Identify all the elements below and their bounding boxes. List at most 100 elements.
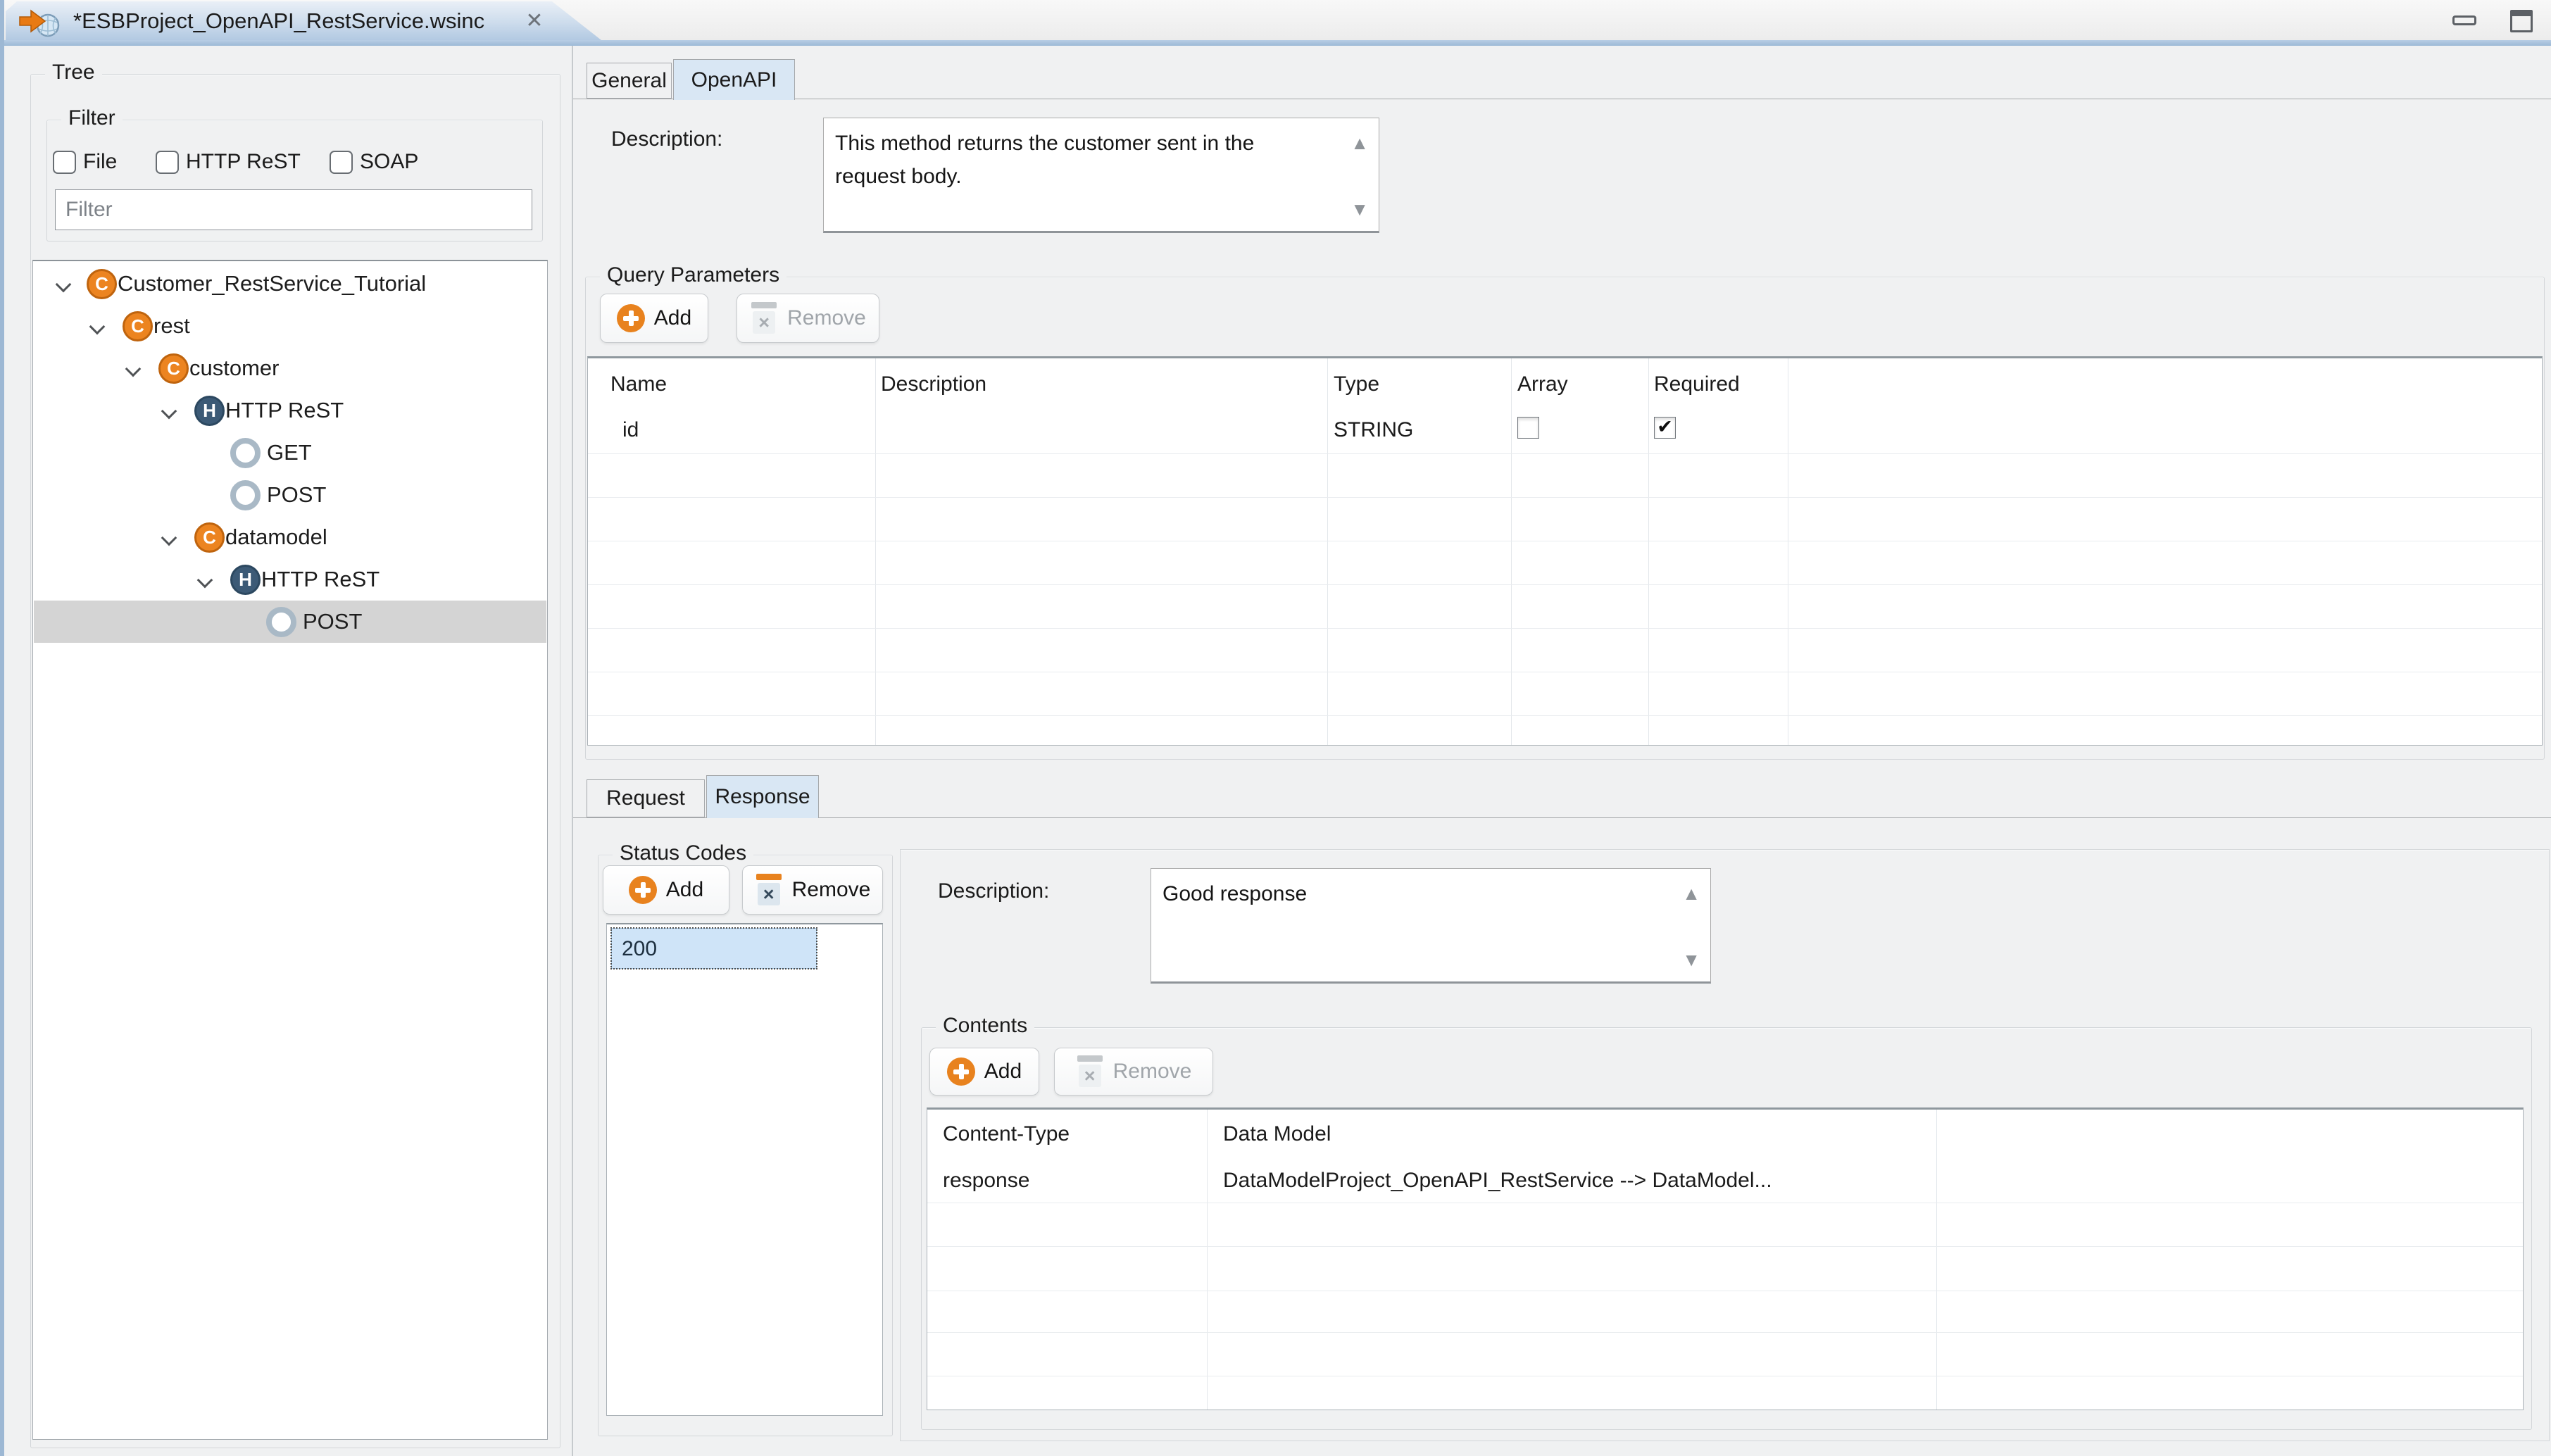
status-codes-label: Status Codes: [613, 841, 753, 865]
tree-item-http-rest[interactable]: HTTP ReST: [34, 389, 546, 432]
wsinc-file-icon: [17, 7, 72, 42]
status-code-item-200[interactable]: 200: [611, 928, 817, 969]
filter-checkbox-http-rest[interactable]: [156, 151, 179, 174]
cell-name[interactable]: id: [622, 418, 639, 442]
tree-item-rest[interactable]: rest: [34, 305, 546, 347]
tree-item-label: datamodel: [225, 516, 327, 558]
array-checkbox[interactable]: [1517, 417, 1539, 439]
tab-response[interactable]: Response: [706, 775, 819, 818]
col-header-data-model: Data Model: [1223, 1122, 1331, 1146]
tree-item-label: GET: [267, 432, 312, 474]
cell-content-type[interactable]: response: [943, 1169, 1029, 1193]
http-rest-icon: [230, 565, 261, 595]
filter-group-label: Filter: [61, 106, 123, 130]
tree-item-label: customer: [189, 347, 279, 389]
close-icon[interactable]: ✕: [520, 7, 549, 37]
remove-button-label: Remove: [787, 306, 866, 330]
operation-icon: [230, 438, 261, 468]
tree-item-http-rest-2[interactable]: HTTP ReST: [34, 558, 546, 601]
status-codes-list: 200: [606, 923, 883, 1416]
tab-openapi[interactable]: OpenAPI: [673, 59, 795, 100]
query-parameters-remove-button[interactable]: × Remove: [737, 294, 879, 343]
tree-item-label: Customer_RestService_Tutorial: [118, 263, 426, 305]
service-tree: Customer_RestService_Tutorial rest custo…: [32, 260, 548, 1440]
filter-checkbox-file[interactable]: [53, 151, 76, 174]
tree-item-post-selected[interactable]: POST: [34, 601, 546, 643]
status-codes-remove-button[interactable]: × Remove: [742, 865, 883, 915]
scroll-down-icon[interactable]: ▼: [1350, 200, 1369, 218]
cell-data-model[interactable]: DataModelProject_OpenAPI_RestService -->…: [1223, 1169, 1772, 1193]
tab-openapi-label: OpenAPI: [691, 68, 777, 92]
tab-request-label: Request: [606, 786, 685, 810]
maximize-icon[interactable]: [2510, 10, 2533, 32]
tab-request[interactable]: Request: [587, 779, 705, 817]
col-header-content-type: Content-Type: [943, 1122, 1070, 1146]
tree-item-label: HTTP ReST: [225, 389, 344, 432]
add-icon: [629, 876, 657, 904]
operation-icon: [266, 607, 296, 637]
class-icon: [194, 522, 225, 553]
contents-label: Contents: [936, 1014, 1034, 1038]
filter-checkbox-http-rest-label: HTTP ReST: [186, 149, 301, 175]
filter-input[interactable]: [55, 189, 532, 230]
tab-general[interactable]: General: [587, 63, 672, 99]
query-parameters-table: Name Description Type Array Required id …: [587, 356, 2543, 746]
filter-checkbox-file-label: File: [83, 149, 117, 175]
editor-tab[interactable]: *ESBProject_OpenAPI_RestService.wsinc ✕: [6, 1, 601, 40]
editor-tab-title: *ESBProject_OpenAPI_RestService.wsinc: [73, 1, 484, 40]
tree-item-label: POST: [267, 474, 326, 516]
col-header-description: Description: [881, 372, 986, 396]
col-header-name: Name: [610, 372, 667, 396]
tree-item-post[interactable]: POST: [34, 474, 546, 516]
scroll-up-icon[interactable]: ▲: [1350, 134, 1369, 152]
add-icon: [617, 304, 645, 332]
query-parameters-add-button[interactable]: Add: [600, 294, 708, 343]
filter-checkbox-soap[interactable]: [330, 151, 353, 174]
col-header-array: Array: [1517, 372, 1568, 396]
add-button-label: Add: [666, 878, 703, 902]
filter-checkbox-soap-label: SOAP: [360, 149, 418, 175]
tree-item-root[interactable]: Customer_RestService_Tutorial: [34, 263, 546, 305]
editor-body: Tree Filter File HTTP ReST SOAP Customer…: [4, 46, 2551, 1456]
chevron-down-icon[interactable]: [162, 405, 176, 419]
col-header-type: Type: [1334, 372, 1379, 396]
trash-icon: ×: [755, 874, 783, 906]
tree-item-label: POST: [303, 601, 362, 643]
response-description-text: Good response: [1162, 877, 1599, 910]
chevron-down-icon[interactable]: [198, 574, 212, 588]
tree-item-customer[interactable]: customer: [34, 347, 546, 389]
sub-tab-row-border: [573, 817, 2551, 818]
required-checkbox[interactable]: [1654, 417, 1676, 439]
chevron-down-icon[interactable]: [90, 320, 104, 334]
scroll-up-icon[interactable]: ▲: [1682, 884, 1700, 903]
tree-item-label: rest: [153, 305, 190, 347]
operation-icon: [230, 480, 261, 510]
response-description-textarea[interactable]: Good response ▲ ▼: [1151, 868, 1711, 984]
col-header-required: Required: [1654, 372, 1740, 396]
tree-item-get[interactable]: GET: [34, 432, 546, 474]
http-rest-icon: [194, 396, 225, 426]
panel-divider[interactable]: [572, 46, 573, 1456]
contents-remove-button[interactable]: × Remove: [1054, 1048, 1213, 1096]
class-icon: [158, 353, 189, 384]
response-description-label: Description:: [938, 879, 1049, 903]
description-text: This method returns the customer sent in…: [835, 127, 1272, 193]
trash-icon: ×: [1076, 1055, 1104, 1088]
minimize-icon[interactable]: [2452, 15, 2476, 25]
status-codes-add-button[interactable]: Add: [603, 865, 729, 915]
tabbar-underline: [4, 40, 2551, 46]
chevron-down-icon[interactable]: [126, 363, 140, 377]
scroll-down-icon[interactable]: ▼: [1682, 950, 1700, 969]
chevron-down-icon[interactable]: [56, 278, 70, 292]
query-parameters-label: Query Parameters: [600, 263, 786, 287]
remove-button-label: Remove: [1113, 1060, 1192, 1084]
add-button-label: Add: [984, 1060, 1022, 1084]
remove-button-label: Remove: [792, 878, 871, 902]
add-button-label: Add: [654, 306, 691, 330]
tree-item-datamodel[interactable]: datamodel: [34, 516, 546, 558]
chevron-down-icon[interactable]: [162, 532, 176, 546]
trash-icon: ×: [750, 302, 778, 334]
description-textarea[interactable]: This method returns the customer sent in…: [823, 118, 1379, 233]
contents-add-button[interactable]: Add: [929, 1048, 1039, 1096]
cell-type[interactable]: STRING: [1334, 418, 1413, 442]
